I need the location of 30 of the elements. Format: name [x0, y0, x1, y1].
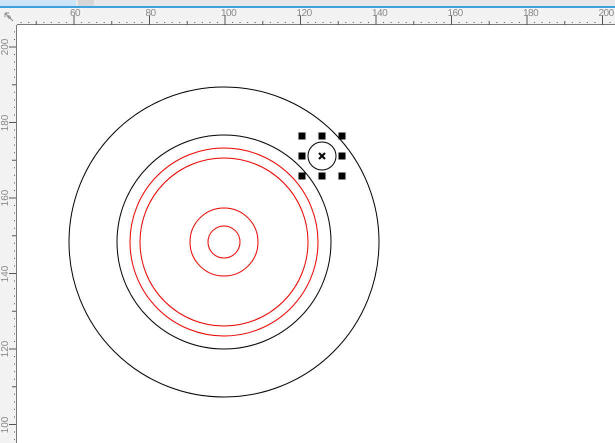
- ruler-label: 120: [1, 340, 11, 359]
- ruler-label: 200: [598, 9, 614, 19]
- ruler-label: 80: [146, 9, 156, 19]
- ruler-label: 180: [1, 113, 11, 132]
- ruler-label: 200: [1, 38, 11, 57]
- ruler-label: 140: [372, 9, 388, 19]
- circle-outline[interactable]: [190, 208, 258, 276]
- middle-circle[interactable]: [116, 134, 332, 350]
- ruler-label: 160: [448, 9, 463, 19]
- center-mark-icon: [318, 152, 326, 160]
- ruler-label: 180: [523, 9, 538, 19]
- ruler-label: 100: [1, 415, 11, 434]
- selection-handle[interactable]: [338, 152, 346, 160]
- ruler-label: 140: [1, 264, 11, 284]
- selection-handle[interactable]: [338, 132, 346, 140]
- selection-handle[interactable]: [298, 172, 306, 180]
- circle-outline[interactable]: [130, 148, 318, 336]
- outer-circle[interactable]: [68, 86, 380, 398]
- selected-circle[interactable]: [308, 142, 336, 170]
- circle-outline[interactable]: [208, 226, 240, 258]
- selection-handle[interactable]: [318, 132, 326, 140]
- circle-outline[interactable]: [140, 158, 308, 326]
- ruler-label: 100: [221, 9, 236, 19]
- ruler-label: 160: [1, 188, 11, 208]
- selection-handle[interactable]: [318, 172, 326, 180]
- ruler-label: 60: [70, 9, 80, 19]
- selection-handle[interactable]: [298, 152, 306, 160]
- selection-handle[interactable]: [298, 132, 306, 140]
- ruler-label: 120: [296, 9, 312, 19]
- selection-handle[interactable]: [338, 172, 346, 180]
